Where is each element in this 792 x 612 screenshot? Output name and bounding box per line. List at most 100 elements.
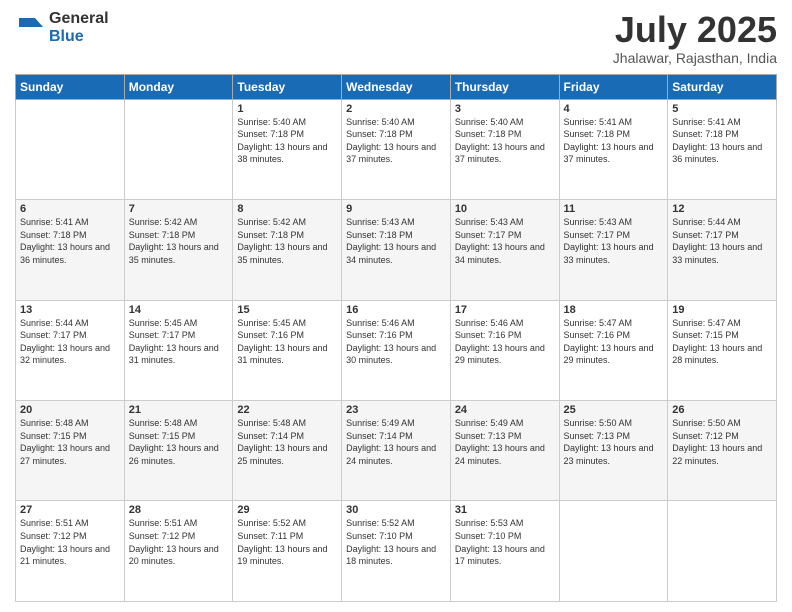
day-cell: 19Sunrise: 5:47 AMSunset: 7:15 PMDayligh… <box>668 300 777 400</box>
day-info: Sunrise: 5:46 AMSunset: 7:16 PMDaylight:… <box>455 317 555 367</box>
day-number: 26 <box>672 404 772 416</box>
day-number: 23 <box>346 404 446 416</box>
logo-text: General Blue <box>49 10 109 45</box>
header-thursday: Thursday <box>450 74 559 99</box>
day-number: 31 <box>455 504 555 516</box>
day-number: 16 <box>346 304 446 316</box>
day-info: Sunrise: 5:44 AMSunset: 7:17 PMDaylight:… <box>672 216 772 266</box>
day-cell: 30Sunrise: 5:52 AMSunset: 7:10 PMDayligh… <box>342 501 451 602</box>
day-cell: 13Sunrise: 5:44 AMSunset: 7:17 PMDayligh… <box>16 300 125 400</box>
day-number: 12 <box>672 203 772 215</box>
page: General Blue July 2025 Jhalawar, Rajasth… <box>0 0 792 612</box>
day-cell: 4Sunrise: 5:41 AMSunset: 7:18 PMDaylight… <box>559 99 668 199</box>
day-info: Sunrise: 5:42 AMSunset: 7:18 PMDaylight:… <box>129 216 229 266</box>
day-cell: 9Sunrise: 5:43 AMSunset: 7:18 PMDaylight… <box>342 200 451 300</box>
logo-general-text: General <box>49 10 109 28</box>
day-number: 6 <box>20 203 120 215</box>
day-cell: 15Sunrise: 5:45 AMSunset: 7:16 PMDayligh… <box>233 300 342 400</box>
day-cell: 11Sunrise: 5:43 AMSunset: 7:17 PMDayligh… <box>559 200 668 300</box>
day-cell: 14Sunrise: 5:45 AMSunset: 7:17 PMDayligh… <box>124 300 233 400</box>
day-info: Sunrise: 5:49 AMSunset: 7:14 PMDaylight:… <box>346 417 446 467</box>
day-info: Sunrise: 5:46 AMSunset: 7:16 PMDaylight:… <box>346 317 446 367</box>
day-cell: 3Sunrise: 5:40 AMSunset: 7:18 PMDaylight… <box>450 99 559 199</box>
day-number: 5 <box>672 103 772 115</box>
day-cell <box>559 501 668 602</box>
day-number: 3 <box>455 103 555 115</box>
day-info: Sunrise: 5:43 AMSunset: 7:17 PMDaylight:… <box>564 216 664 266</box>
day-number: 30 <box>346 504 446 516</box>
day-cell: 1Sunrise: 5:40 AMSunset: 7:18 PMDaylight… <box>233 99 342 199</box>
day-number: 15 <box>237 304 337 316</box>
day-info: Sunrise: 5:40 AMSunset: 7:18 PMDaylight:… <box>237 116 337 166</box>
day-cell <box>668 501 777 602</box>
day-info: Sunrise: 5:48 AMSunset: 7:15 PMDaylight:… <box>129 417 229 467</box>
day-info: Sunrise: 5:47 AMSunset: 7:15 PMDaylight:… <box>672 317 772 367</box>
day-number: 21 <box>129 404 229 416</box>
day-cell: 24Sunrise: 5:49 AMSunset: 7:13 PMDayligh… <box>450 401 559 501</box>
day-number: 28 <box>129 504 229 516</box>
header-saturday: Saturday <box>668 74 777 99</box>
day-number: 17 <box>455 304 555 316</box>
day-cell: 26Sunrise: 5:50 AMSunset: 7:12 PMDayligh… <box>668 401 777 501</box>
day-number: 24 <box>455 404 555 416</box>
day-number: 8 <box>237 203 337 215</box>
logo-icon <box>15 13 45 43</box>
day-number: 11 <box>564 203 664 215</box>
day-cell <box>16 99 125 199</box>
header-tuesday: Tuesday <box>233 74 342 99</box>
day-cell: 2Sunrise: 5:40 AMSunset: 7:18 PMDaylight… <box>342 99 451 199</box>
day-info: Sunrise: 5:51 AMSunset: 7:12 PMDaylight:… <box>20 517 120 567</box>
calendar-table: Sunday Monday Tuesday Wednesday Thursday… <box>15 74 777 602</box>
day-info: Sunrise: 5:53 AMSunset: 7:10 PMDaylight:… <box>455 517 555 567</box>
day-info: Sunrise: 5:40 AMSunset: 7:18 PMDaylight:… <box>455 116 555 166</box>
day-info: Sunrise: 5:49 AMSunset: 7:13 PMDaylight:… <box>455 417 555 467</box>
day-number: 1 <box>237 103 337 115</box>
week-row-3: 13Sunrise: 5:44 AMSunset: 7:17 PMDayligh… <box>16 300 777 400</box>
day-info: Sunrise: 5:50 AMSunset: 7:13 PMDaylight:… <box>564 417 664 467</box>
day-number: 13 <box>20 304 120 316</box>
day-info: Sunrise: 5:50 AMSunset: 7:12 PMDaylight:… <box>672 417 772 467</box>
day-info: Sunrise: 5:51 AMSunset: 7:12 PMDaylight:… <box>129 517 229 567</box>
day-info: Sunrise: 5:45 AMSunset: 7:17 PMDaylight:… <box>129 317 229 367</box>
day-cell: 20Sunrise: 5:48 AMSunset: 7:15 PMDayligh… <box>16 401 125 501</box>
day-number: 9 <box>346 203 446 215</box>
location: Jhalawar, Rajasthan, India <box>613 50 777 66</box>
day-cell: 6Sunrise: 5:41 AMSunset: 7:18 PMDaylight… <box>16 200 125 300</box>
day-number: 29 <box>237 504 337 516</box>
day-number: 19 <box>672 304 772 316</box>
logo: General Blue <box>15 10 109 45</box>
week-row-2: 6Sunrise: 5:41 AMSunset: 7:18 PMDaylight… <box>16 200 777 300</box>
day-cell: 27Sunrise: 5:51 AMSunset: 7:12 PMDayligh… <box>16 501 125 602</box>
header: General Blue July 2025 Jhalawar, Rajasth… <box>15 10 777 66</box>
day-number: 4 <box>564 103 664 115</box>
day-number: 10 <box>455 203 555 215</box>
day-info: Sunrise: 5:52 AMSunset: 7:11 PMDaylight:… <box>237 517 337 567</box>
weekday-header-row: Sunday Monday Tuesday Wednesday Thursday… <box>16 74 777 99</box>
week-row-4: 20 Sunrise: 5:48 AMSunset: 7:15 PMDayligh… <box>16 401 777 501</box>
title-block: July 2025 Jhalawar, Rajasthan, India <box>613 10 777 66</box>
day-cell: 23Sunrise: 5:49 AMSunset: 7:14 PMDayligh… <box>342 401 451 501</box>
day-cell: 18Sunrise: 5:47 AMSunset: 7:16 PMDayligh… <box>559 300 668 400</box>
day-info: Sunrise: 5:41 AMSunset: 7:18 PMDaylight:… <box>564 116 664 166</box>
day-number: 22 <box>237 404 337 416</box>
day-cell: 22Sunrise: 5:48 AMSunset: 7:14 PMDayligh… <box>233 401 342 501</box>
day-number: 18 <box>564 304 664 316</box>
day-info: Sunrise: 5:43 AMSunset: 7:18 PMDaylight:… <box>346 216 446 266</box>
header-wednesday: Wednesday <box>342 74 451 99</box>
day-cell: 16Sunrise: 5:46 AMSunset: 7:16 PMDayligh… <box>342 300 451 400</box>
day-info: Sunrise: 5:42 AMSunset: 7:18 PMDaylight:… <box>237 216 337 266</box>
header-friday: Friday <box>559 74 668 99</box>
day-number: 20 <box>20 404 120 416</box>
day-number: 27 <box>20 504 120 516</box>
day-info: Sunrise: 5:44 AMSunset: 7:17 PMDaylight:… <box>20 317 120 367</box>
day-cell: 17Sunrise: 5:46 AMSunset: 7:16 PMDayligh… <box>450 300 559 400</box>
header-monday: Monday <box>124 74 233 99</box>
day-number: 14 <box>129 304 229 316</box>
week-row-1: 1Sunrise: 5:40 AMSunset: 7:18 PMDaylight… <box>16 99 777 199</box>
day-info: Sunrise: 5:45 AMSunset: 7:16 PMDaylight:… <box>237 317 337 367</box>
day-cell: 12Sunrise: 5:44 AMSunset: 7:17 PMDayligh… <box>668 200 777 300</box>
day-cell: 21Sunrise: 5:48 AMSunset: 7:15 PMDayligh… <box>124 401 233 501</box>
logo-blue-text: Blue <box>49 28 109 46</box>
day-info: Sunrise: 5:41 AMSunset: 7:18 PMDaylight:… <box>20 216 120 266</box>
day-cell: 10Sunrise: 5:43 AMSunset: 7:17 PMDayligh… <box>450 200 559 300</box>
